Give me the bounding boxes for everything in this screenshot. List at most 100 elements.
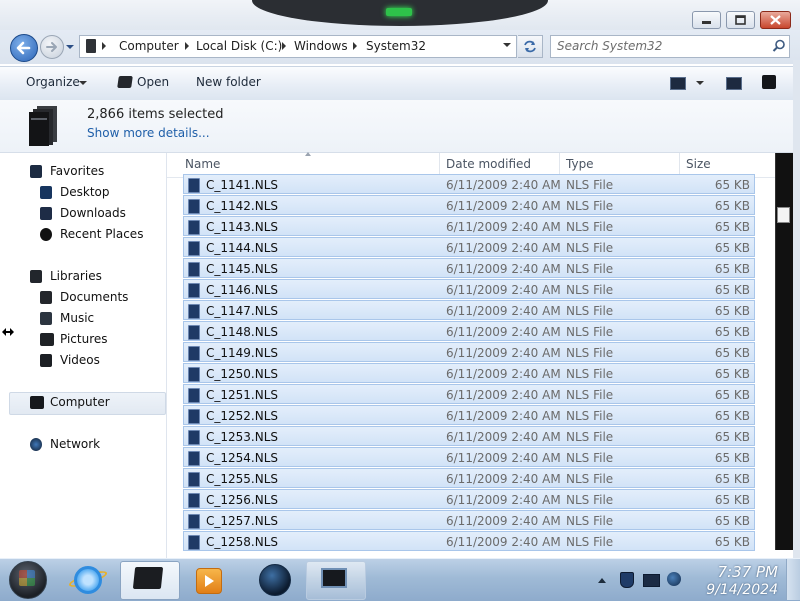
show-desktop-button[interactable] bbox=[786, 559, 800, 600]
file-row[interactable]: C_1251.NLS 6/11/2009 2:40 AM NLS File 65 KB bbox=[183, 384, 755, 404]
file-type: NLS File bbox=[566, 493, 614, 507]
file-date-modified: 6/11/2009 2:40 AM bbox=[446, 367, 561, 381]
file-size: 65 KB bbox=[714, 178, 750, 192]
file-row[interactable]: C_1255.NLS 6/11/2009 2:40 AM NLS File 65 KB bbox=[183, 468, 755, 488]
breadcrumb-separator[interactable] bbox=[102, 42, 106, 50]
file-row[interactable]: C_1258.NLS 6/11/2009 2:40 AM NLS File 65 KB bbox=[183, 531, 755, 551]
file-row[interactable]: C_1142.NLS 6/11/2009 2:40 AM NLS File 65 KB bbox=[183, 195, 755, 215]
column-divider[interactable] bbox=[439, 153, 440, 175]
file-row[interactable]: C_1141.NLS 6/11/2009 2:40 AM NLS File 65 KB bbox=[183, 174, 755, 194]
file-size: 65 KB bbox=[714, 430, 750, 444]
file-type: NLS File bbox=[566, 178, 614, 192]
forward-button[interactable] bbox=[40, 35, 64, 59]
file-type: NLS File bbox=[566, 472, 614, 486]
file-row[interactable]: C_1253.NLS 6/11/2009 2:40 AM NLS File 65 KB bbox=[183, 426, 755, 446]
recent-pages-dropdown[interactable] bbox=[64, 42, 76, 52]
file-row[interactable]: C_1143.NLS 6/11/2009 2:40 AM NLS File 65 KB bbox=[183, 216, 755, 236]
media-player-icon[interactable] bbox=[259, 564, 291, 596]
column-divider[interactable] bbox=[679, 153, 680, 175]
preview-pane-icon[interactable] bbox=[726, 77, 742, 90]
action-center-icon[interactable] bbox=[620, 572, 634, 588]
internet-explorer-icon[interactable] bbox=[74, 566, 102, 594]
breadcrumb-windows[interactable]: Windows bbox=[294, 39, 348, 53]
maximize-button[interactable] bbox=[726, 11, 755, 29]
file-size: 65 KB bbox=[714, 493, 750, 507]
breadcrumb-system32[interactable]: System32 bbox=[366, 39, 426, 53]
file-date-modified: 6/11/2009 2:40 AM bbox=[446, 325, 561, 339]
file-row[interactable]: C_1257.NLS 6/11/2009 2:40 AM NLS File 65 KB bbox=[183, 510, 755, 530]
minimize-button[interactable] bbox=[692, 11, 721, 29]
nls-file-icon bbox=[188, 514, 200, 529]
breadcrumb-local-disk[interactable]: Local Disk (C:) bbox=[196, 39, 282, 53]
back-arrow-icon bbox=[16, 41, 31, 55]
music-icon bbox=[40, 312, 52, 325]
file-size: 65 KB bbox=[714, 241, 750, 255]
show-hidden-icons-chevron-icon[interactable] bbox=[598, 578, 606, 583]
file-size: 65 KB bbox=[714, 514, 750, 528]
file-row[interactable]: C_1250.NLS 6/11/2009 2:40 AM NLS File 65 KB bbox=[183, 363, 755, 383]
address-bar[interactable]: Computer Local Disk (C:) Windows System3… bbox=[79, 35, 517, 58]
minimize-icon bbox=[702, 21, 711, 24]
breadcrumb-separator[interactable] bbox=[185, 42, 189, 50]
address-history-dropdown[interactable] bbox=[503, 43, 511, 47]
refresh-button[interactable] bbox=[518, 35, 543, 58]
network-tray-icon[interactable] bbox=[643, 574, 660, 587]
file-row[interactable]: C_1254.NLS 6/11/2009 2:40 AM NLS File 65 KB bbox=[183, 447, 755, 467]
file-row[interactable]: C_1252.NLS 6/11/2009 2:40 AM NLS File 65 KB bbox=[183, 405, 755, 425]
file-date-modified: 6/11/2009 2:40 AM bbox=[446, 472, 561, 486]
open-button[interactable]: Open bbox=[137, 75, 169, 89]
file-row[interactable]: C_1145.NLS 6/11/2009 2:40 AM NLS File 65 KB bbox=[183, 258, 755, 278]
file-row[interactable]: C_1148.NLS 6/11/2009 2:40 AM NLS File 65 KB bbox=[183, 321, 755, 341]
file-size: 65 KB bbox=[714, 367, 750, 381]
volume-icon[interactable] bbox=[667, 572, 681, 586]
file-name: C_1250.NLS bbox=[206, 367, 279, 381]
nls-file-icon bbox=[188, 283, 200, 298]
show-more-details-link[interactable]: Show more details... bbox=[87, 126, 210, 140]
chevron-down-icon[interactable] bbox=[79, 81, 87, 85]
file-name: C_1255.NLS bbox=[206, 472, 279, 486]
column-divider[interactable] bbox=[559, 153, 560, 175]
open-icon[interactable] bbox=[117, 76, 133, 88]
windows-logo-icon bbox=[19, 570, 35, 586]
new-folder-button[interactable]: New folder bbox=[196, 75, 261, 89]
file-name: C_1251.NLS bbox=[206, 388, 279, 402]
change-view-icon[interactable] bbox=[670, 77, 686, 90]
column-header-type[interactable]: Type bbox=[566, 157, 594, 171]
selected-files-icon bbox=[29, 106, 57, 146]
close-icon bbox=[770, 15, 781, 25]
file-size: 65 KB bbox=[714, 304, 750, 318]
file-size: 65 KB bbox=[714, 409, 750, 423]
file-type: NLS File bbox=[566, 304, 614, 318]
column-header-size[interactable]: Size bbox=[686, 157, 711, 171]
file-size: 65 KB bbox=[714, 472, 750, 486]
file-row[interactable]: C_1149.NLS 6/11/2009 2:40 AM NLS File 65 KB bbox=[183, 342, 755, 362]
file-row[interactable]: C_1147.NLS 6/11/2009 2:40 AM NLS File 65 KB bbox=[183, 300, 755, 320]
column-header-name[interactable]: Name bbox=[185, 157, 220, 171]
nls-file-icon bbox=[188, 472, 200, 487]
clock-time[interactable]: 7:37 PM bbox=[690, 563, 778, 581]
file-row[interactable]: C_1146.NLS 6/11/2009 2:40 AM NLS File 65 KB bbox=[183, 279, 755, 299]
scrollbar-thumb[interactable] bbox=[777, 207, 790, 223]
window-border bbox=[793, 60, 800, 558]
clock-date[interactable]: 9/14/2024 bbox=[690, 582, 778, 598]
file-row[interactable]: C_1256.NLS 6/11/2009 2:40 AM NLS File 65 KB bbox=[183, 489, 755, 509]
nls-file-icon bbox=[188, 388, 200, 403]
pictures-icon bbox=[40, 333, 54, 346]
search-box[interactable] bbox=[550, 35, 790, 58]
breadcrumb-separator[interactable] bbox=[353, 42, 357, 50]
media-center-icon[interactable] bbox=[196, 568, 222, 594]
file-date-modified: 6/11/2009 2:40 AM bbox=[446, 178, 561, 192]
breadcrumb-separator[interactable] bbox=[282, 42, 286, 50]
file-name: C_1149.NLS bbox=[206, 346, 279, 360]
breadcrumb-computer[interactable]: Computer bbox=[119, 39, 179, 53]
file-row[interactable]: C_1144.NLS 6/11/2009 2:40 AM NLS File 65 KB bbox=[183, 237, 755, 257]
close-button[interactable] bbox=[760, 11, 791, 29]
search-input[interactable] bbox=[557, 39, 757, 53]
help-icon[interactable] bbox=[762, 75, 776, 89]
column-header-date-modified[interactable]: Date modified bbox=[446, 157, 531, 171]
organize-button[interactable]: Organize bbox=[26, 75, 80, 89]
view-options-dropdown[interactable] bbox=[696, 81, 704, 85]
back-button[interactable] bbox=[10, 34, 38, 62]
file-size: 65 KB bbox=[714, 283, 750, 297]
search-icon[interactable] bbox=[772, 39, 786, 53]
